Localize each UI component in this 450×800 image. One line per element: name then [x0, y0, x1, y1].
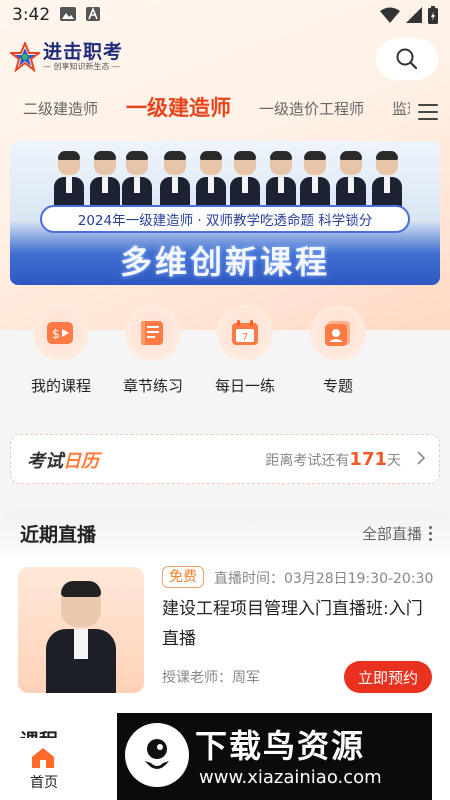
battery-icon	[428, 6, 438, 24]
banner-headline: 多维创新课程	[119, 243, 330, 281]
svg-text:$: $	[52, 327, 60, 341]
app-slogan: — 创享知识新生态 —	[43, 62, 121, 71]
chapter-practice-label: 章节练习	[122, 377, 183, 395]
a-notification-icon	[86, 6, 101, 25]
bird-logo-icon	[125, 723, 189, 787]
status-indicators	[380, 6, 438, 24]
watermark-url: www.xiazainiao.com	[199, 767, 382, 788]
status-bar: 3:42	[0, 0, 450, 30]
tab-level1-constructor[interactable]: 一级建造师	[126, 92, 231, 122]
app-header: 进击职考 — 创享知识新生态 —	[0, 36, 450, 82]
chevron-right-icon	[417, 451, 426, 469]
watermark-title: 下载鸟资源	[195, 727, 366, 765]
topic-label: 专题	[322, 377, 353, 395]
my-course-label: 我的课程	[30, 377, 91, 395]
live-cover-image[interactable]	[18, 567, 144, 693]
image-notification-icon	[60, 6, 77, 25]
teacher-photo	[46, 581, 116, 693]
exam-countdown: 距离考试还有171天	[265, 449, 401, 470]
signal-icon	[406, 7, 422, 23]
watermark-banner: 下载鸟资源 www.xiazainiao.com	[117, 713, 432, 800]
status-time: 3:42	[12, 5, 51, 25]
daily-practice-button[interactable]: 7 每日一练	[200, 305, 290, 396]
daily-practice-icon: 7	[232, 320, 258, 345]
category-menu-button[interactable]	[418, 104, 438, 122]
search-button[interactable]	[376, 38, 438, 80]
category-tabs: 二级建造师 一级建造师 一级造价工程师 监理工程师	[0, 92, 450, 134]
svg-text:7: 7	[242, 332, 248, 343]
live-time: 直播时间：03月28日19:30-20:30	[214, 571, 434, 587]
tab-supervision-engineer[interactable]: 监理工程师	[392, 98, 410, 119]
exam-calendar-card[interactable]: 考试日历 距离考试还有171天	[10, 434, 440, 484]
book-now-button[interactable]: 立即预约	[344, 661, 432, 693]
exam-countdown-days: 171	[349, 449, 387, 470]
home-icon[interactable]	[31, 746, 55, 770]
search-icon	[396, 48, 418, 70]
all-live-link[interactable]: 全部直播	[362, 523, 422, 544]
bottom-nav: 首页	[0, 738, 110, 800]
live-title[interactable]: 建设工程项目管理入门直播班:入门直播	[162, 594, 436, 654]
my-course-icon: $	[47, 322, 73, 344]
app-logo: 进击职考 — 创享知识新生态 —	[10, 42, 123, 72]
banner-slogan: 2024年一级建造师 · 双师教学吃透命题 科学锁分	[40, 205, 410, 233]
daily-practice-label: 每日一练	[214, 377, 275, 395]
live-section-title: 近期直播	[20, 524, 97, 546]
live-section-header: 近期直播 全部直播	[0, 510, 450, 554]
exam-calendar-title: 考试日历	[27, 451, 99, 472]
chapter-practice-button[interactable]: 章节练习	[108, 305, 198, 396]
live-teacher: 授课老师：周军	[162, 670, 260, 686]
app-name: 进击职考	[43, 41, 124, 63]
quick-actions: $ 我的课程 章节练习 7 每日一练 专题	[0, 305, 450, 415]
more-options-icon[interactable]	[429, 526, 433, 542]
wifi-icon	[380, 7, 400, 23]
topic-icon	[325, 321, 350, 346]
my-course-button[interactable]: $ 我的课程	[16, 305, 106, 396]
promo-banner[interactable]: 2024年一级建造师 · 双师教学吃透命题 科学锁分 多维创新课程	[10, 141, 440, 285]
topic-button[interactable]: 专题	[293, 305, 383, 396]
logo-mark-icon	[10, 42, 40, 72]
home-tab-label[interactable]: 首页	[30, 772, 58, 792]
free-badge: 免费	[162, 566, 204, 588]
tab-level2-constructor[interactable]: 二级建造师	[23, 98, 98, 119]
tab-level1-cost-engineer[interactable]: 一级造价工程师	[259, 98, 364, 119]
chapter-practice-icon	[141, 321, 163, 345]
